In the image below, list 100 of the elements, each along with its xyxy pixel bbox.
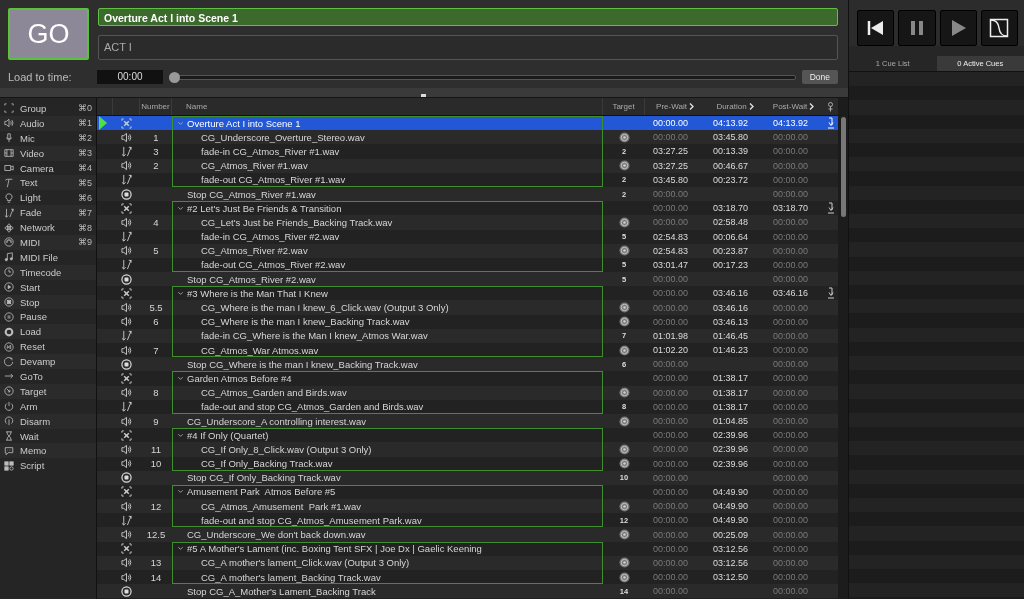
- cue-type-item[interactable]: Text ⌘5: [0, 175, 96, 191]
- cue-number: 4: [153, 216, 159, 228]
- cue-type-item[interactable]: Arm: [0, 398, 96, 414]
- cue-name: Stop CG_If Only_Backing Track.wav: [186, 472, 341, 484]
- cue-type-label: Pause: [20, 311, 48, 323]
- time-value: 00:00.00: [773, 259, 809, 270]
- cue-type-item[interactable]: GoTo: [0, 369, 96, 384]
- time-value: 00:00.00: [773, 444, 809, 455]
- group-icon: [121, 429, 132, 441]
- cue-row[interactable]: 12 CG_Atmos_Amusement Park #1.wav 00:00.00 04:49.90 00:00.00: [97, 499, 838, 514]
- cue-name: Stop CG_Where is the man I knew_Backing Track.wav: [186, 358, 418, 370]
- speaker-icon: [121, 387, 132, 399]
- target-file-icon: [618, 160, 630, 172]
- splitter-handle[interactable]: [421, 94, 426, 97]
- cue-type-icon: [4, 401, 14, 412]
- cue-name: fade-in CG_Atmos_River #1.wav: [200, 145, 340, 157]
- column-header[interactable]: Duration: [716, 102, 747, 111]
- cue-type-item[interactable]: Network ⌘8: [0, 220, 96, 235]
- cue-type-item[interactable]: Video ⌘3: [0, 145, 96, 161]
- cue-type-item[interactable]: Audio ⌘1: [0, 115, 96, 131]
- cue-type-item[interactable]: Pause: [0, 309, 96, 325]
- cue-type-item[interactable]: Target: [0, 383, 96, 399]
- column-header[interactable]: Pre-Wait: [656, 102, 687, 111]
- cue-type-label: Script: [20, 460, 46, 472]
- time-value: 00:00.00: [773, 401, 809, 412]
- time-field[interactable]: 00:00: [97, 70, 163, 84]
- cue-type-item[interactable]: Mic ⌘2: [0, 130, 96, 146]
- target-file-icon: [618, 557, 630, 569]
- column-header[interactable]: Target: [603, 98, 645, 115]
- time-value: 01:38.17: [713, 387, 749, 398]
- cue-type-icon: [4, 282, 14, 293]
- target-file-icon: [618, 131, 630, 143]
- notes-field[interactable]: ACT I: [98, 35, 838, 60]
- cue-type-item[interactable]: MIDI File: [0, 249, 96, 265]
- cue-type-item[interactable]: MIDI ⌘9: [0, 235, 96, 250]
- cue-type-item[interactable]: Stop: [0, 294, 96, 310]
- cue-type-label: Fade: [20, 207, 43, 219]
- cue-name: CG_Atmos_Garden and Birds.wav: [200, 387, 347, 399]
- cue-row[interactable]: 5.5 CG_Where is the man I knew_6_Click.wav (Output 3 Only) 00:00.00 03:46.16 00:00.00: [97, 300, 838, 315]
- time-value: 00:00.00: [653, 586, 689, 597]
- cue-row[interactable]: 1 CG_Underscore_Overture_Stereo.wav 00:00.00 03:45.80 00:00.00: [97, 130, 838, 145]
- cue-name: CG_Underscore_Overture_Stereo.wav: [200, 131, 365, 143]
- cue-type-icon: [4, 207, 14, 218]
- cue-type-icon: [4, 148, 14, 159]
- cue-type-label: Audio: [20, 117, 46, 129]
- time-value: 01:46.45: [713, 330, 749, 341]
- speaker-icon: [121, 571, 132, 583]
- cue-type-item[interactable]: Timecode: [0, 264, 96, 280]
- cue-name: CG_Atmos_Amusement Park #1.wav: [200, 500, 361, 512]
- cue-type-icon: [4, 267, 14, 278]
- cue-type-item[interactable]: Camera ⌘4: [0, 160, 96, 176]
- cue-type-item[interactable]: Light ⌘6: [0, 190, 96, 206]
- cue-type-label: Devamp: [20, 356, 57, 368]
- cue-type-icon: [4, 252, 14, 263]
- column-header[interactable]: Post-Wait: [772, 102, 808, 111]
- time-value: 01:04.85: [713, 416, 749, 427]
- cue-type-item[interactable]: Disarm: [0, 413, 96, 429]
- cue-row[interactable]: 11 CG_If Only_8_Click.wav (Output 3 Only) 00:00.00 02:39.96 00:00.00: [97, 442, 838, 457]
- cue-name: CG_Atmos_War Atmos.wav: [200, 344, 319, 356]
- cue-type-item[interactable]: Wait: [0, 428, 96, 444]
- cue-type-label: Mic: [20, 132, 36, 144]
- time-value: 00:00.00: [773, 430, 809, 441]
- shortcut-label: ⌘4: [78, 163, 92, 173]
- time-value: 00:00.00: [773, 245, 809, 256]
- play-button[interactable]: [939, 10, 977, 46]
- cue-name: CG_If Only_8_Click.wav (Output 3 Only): [200, 443, 372, 455]
- slider-thumb[interactable]: [169, 71, 180, 83]
- time-value: 00:00.00: [653, 416, 689, 427]
- pause-button[interactable]: [898, 10, 936, 46]
- column-header[interactable]: Name: [172, 98, 603, 115]
- time-value: 03:45.80: [653, 174, 689, 185]
- skip-back-button[interactable]: [857, 10, 895, 46]
- cue-row[interactable]: 4 CG_Let's Just be Friends_Backing Track.wav 00:00.00 02:58.48 00:00.00: [97, 215, 838, 230]
- stop-icon: [121, 585, 132, 597]
- time-value: 00:00.00: [773, 543, 809, 554]
- cue-name: Stop CG_Atmos_River #1.wav: [186, 188, 316, 200]
- done-button[interactable]: Done: [801, 70, 838, 84]
- time-value: 00:00.00: [653, 458, 689, 469]
- cue-row[interactable]: 12.5 CG_Underscore_We don't back down.wav 00:00.00 00:25.09 00:00.00: [97, 527, 838, 542]
- cue-type-item[interactable]: Reset: [0, 339, 96, 355]
- cue-type-item[interactable]: Group ⌘0: [0, 101, 96, 116]
- time-value: 00:00.00: [773, 217, 809, 228]
- column-header[interactable]: Number: [140, 98, 172, 115]
- time-value: 00:00.00: [653, 302, 689, 313]
- cue-type-item[interactable]: Script: [0, 458, 96, 474]
- cue-name-field[interactable]: Overture Act I into Scene 1: [98, 8, 838, 26]
- panic-button[interactable]: [980, 10, 1018, 46]
- cue-type-item[interactable]: Load: [0, 324, 96, 340]
- cue-type-item[interactable]: Devamp: [0, 354, 96, 370]
- cue-row[interactable]: Overture Act I into Scene 1 00:00.00 04:13.92 04:13.92: [97, 116, 838, 131]
- cue-type-item[interactable]: Memo: [0, 443, 96, 459]
- time-value: 00:00.00: [773, 174, 809, 185]
- cue-name: fade-out CG_Atmos_River #1.wav: [200, 174, 346, 186]
- cue-type-item[interactable]: Start: [0, 279, 96, 295]
- cue-type-icon: [4, 133, 14, 144]
- target-file-icon: [618, 458, 630, 470]
- cue-type-label: Arm: [20, 400, 39, 412]
- time-value: 00:00.00: [773, 486, 809, 497]
- scrollbar-thumb[interactable]: [841, 117, 846, 217]
- cue-type-item[interactable]: Fade ⌘7: [0, 205, 96, 221]
